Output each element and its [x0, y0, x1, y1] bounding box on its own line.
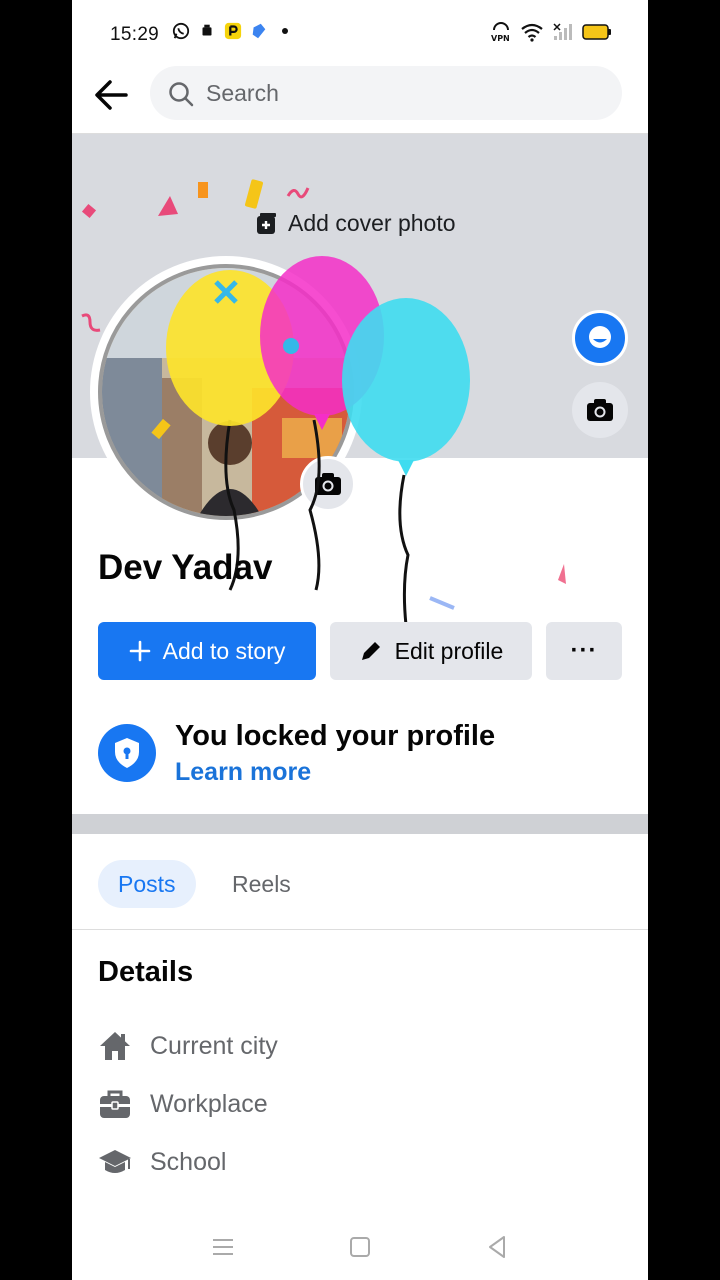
add-to-story-button[interactable]: Add to story: [98, 622, 316, 680]
avatar-button[interactable]: [572, 310, 628, 366]
back-button[interactable]: [90, 74, 132, 116]
status-time: 15:29: [110, 24, 160, 45]
blue-app-icon: [252, 23, 266, 39]
locked-profile-shield-icon: [98, 724, 156, 782]
arrow-left-icon: [95, 80, 128, 110]
add-to-story-label: Add to story: [162, 637, 286, 664]
home-icon: [100, 1032, 130, 1060]
notification-icons: [172, 22, 288, 40]
avatar-icon: [589, 326, 611, 348]
learn-more-link[interactable]: Learn more: [175, 758, 311, 787]
status-bar: 15:29 VPN: [72, 0, 648, 64]
more-notifications-dot: [282, 28, 288, 34]
menu-nav-icon[interactable]: [208, 1232, 238, 1262]
vpn-icon: VPN: [491, 22, 510, 42]
plus-icon: [129, 640, 150, 662]
camera-icon: [587, 399, 613, 421]
graduation-cap-icon: [99, 1150, 131, 1173]
camera-icon: [315, 473, 341, 495]
detail-current-city[interactable]: Current city: [98, 1030, 278, 1062]
detail-workplace[interactable]: Workplace: [98, 1088, 268, 1120]
details-heading: Details: [98, 956, 194, 988]
svg-text:VPN: VPN: [491, 34, 510, 42]
detail-current-city-label: Current city: [150, 1031, 278, 1060]
more-options-icon: ···: [570, 637, 598, 664]
system-icons: VPN: [490, 22, 612, 42]
more-options-button[interactable]: ···: [546, 622, 622, 680]
app-notification-icon: [202, 24, 212, 36]
profile-picture-frame[interactable]: [90, 256, 362, 528]
search-input[interactable]: [206, 76, 606, 110]
search-box[interactable]: [150, 66, 622, 120]
yellow-app-icon: [224, 22, 242, 40]
briefcase-icon: [100, 1090, 130, 1118]
back-nav-icon[interactable]: [482, 1232, 512, 1262]
home-nav-icon[interactable]: [345, 1232, 375, 1262]
edit-profile-picture-camera-button[interactable]: [300, 456, 356, 512]
section-divider: [72, 814, 648, 834]
signal-icon: [553, 23, 572, 40]
tab-posts[interactable]: Posts: [98, 860, 196, 908]
facebook-profile-screen: 15:29 VPN Add cover photo: [72, 0, 648, 1280]
edit-profile-button[interactable]: Edit profile: [330, 622, 532, 680]
top-bar: [72, 64, 648, 134]
wifi-icon: [521, 23, 543, 42]
tab-reels[interactable]: Reels: [212, 860, 311, 908]
detail-school-label: School: [150, 1147, 227, 1176]
search-icon: [169, 82, 194, 107]
pencil-icon: [361, 642, 380, 660]
edit-cover-camera-button[interactable]: [572, 382, 628, 438]
detail-workplace-label: Workplace: [150, 1089, 268, 1118]
profile-tabs: Posts Reels: [72, 834, 648, 930]
system-navigation-bar: [72, 1210, 648, 1280]
detail-school[interactable]: School: [98, 1146, 226, 1178]
battery-icon: [582, 24, 611, 40]
whatsapp-icon: [172, 22, 190, 40]
profile-name: Dev Yadav: [98, 548, 273, 587]
edit-profile-label: Edit profile: [394, 637, 504, 664]
locked-profile-title: You locked your profile: [175, 720, 496, 752]
